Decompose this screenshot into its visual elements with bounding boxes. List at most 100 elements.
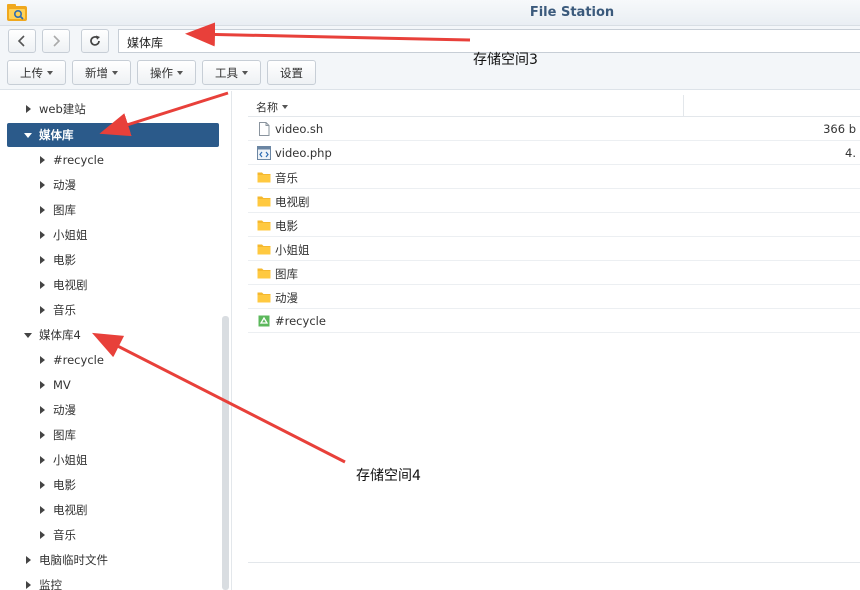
back-button[interactable] xyxy=(8,29,36,53)
tree-item-surveillance[interactable]: 监控 xyxy=(0,573,226,590)
tree-item-gallery[interactable]: 图库 xyxy=(0,423,226,447)
file-row[interactable]: video.php 4. xyxy=(248,141,860,165)
tree-item-mv[interactable]: MV xyxy=(0,373,226,397)
file-name: video.php xyxy=(275,146,332,160)
tree-item-gallery[interactable]: 图库 xyxy=(0,198,226,222)
collapse-icon xyxy=(24,332,32,338)
folder-name: 动漫 xyxy=(275,291,298,305)
tree-item-label: 电影 xyxy=(53,478,76,492)
tree-item-label: #recycle xyxy=(53,153,104,167)
column-divider[interactable] xyxy=(683,95,684,117)
folder-icon xyxy=(257,196,271,207)
create-button[interactable]: 新增 xyxy=(72,60,131,85)
navigation-bar: 媒体库 xyxy=(0,26,860,56)
expand-icon xyxy=(40,506,45,514)
tree-item-label: 媒体库4 xyxy=(39,328,81,342)
tree-item-web[interactable]: web建站 xyxy=(0,97,226,121)
expand-icon xyxy=(40,231,45,239)
chevron-down-icon xyxy=(242,70,248,75)
tree-item-label: 图库 xyxy=(53,428,76,442)
annotation-label-3: 存储空间3 xyxy=(473,52,538,68)
tree-item-recycle[interactable]: #recycle xyxy=(0,148,226,172)
expand-icon xyxy=(40,481,45,489)
folder-name: 音乐 xyxy=(275,171,298,185)
tree-item-xiaojiejie[interactable]: 小姐姐 xyxy=(0,448,226,472)
folder-name: #recycle xyxy=(275,314,326,328)
expand-icon xyxy=(40,406,45,414)
tree-item-media-library-4[interactable]: 媒体库4 xyxy=(0,323,226,347)
tree-item-label: 媒体库 xyxy=(39,128,74,142)
folder-row[interactable]: 小姐姐 xyxy=(248,237,860,261)
folder-icon xyxy=(257,268,271,279)
chevron-down-icon xyxy=(112,70,118,75)
tree-item-recycle[interactable]: #recycle xyxy=(0,348,226,372)
expand-icon xyxy=(40,156,45,164)
tree-item-pc-temp[interactable]: 电脑临时文件 xyxy=(0,548,226,572)
tree-item-movies[interactable]: 电影 xyxy=(0,248,226,272)
annotation-label-4: 存储空间4 xyxy=(356,468,421,484)
expand-icon xyxy=(40,431,45,439)
folder-row[interactable]: 电影 xyxy=(248,213,860,237)
tree-item-label: 电视剧 xyxy=(53,503,88,517)
expand-icon xyxy=(40,256,45,264)
expand-icon xyxy=(40,531,45,539)
tree-item-anime[interactable]: 动漫 xyxy=(0,173,226,197)
tree-item-music[interactable]: 音乐 xyxy=(0,523,226,547)
folder-tree: web建站 媒体库 #recycle 动漫 图库 小姐姐 电影 电视剧 音乐 媒… xyxy=(0,91,232,590)
folder-icon xyxy=(257,292,271,303)
tree-item-xiaojiejie[interactable]: 小姐姐 xyxy=(0,223,226,247)
tree-item-tv[interactable]: 电视剧 xyxy=(0,498,226,522)
file-row[interactable]: video.sh 366 b xyxy=(248,117,860,141)
expand-icon xyxy=(40,206,45,214)
folder-row[interactable]: 动漫 xyxy=(248,285,860,309)
upload-button[interactable]: 上传 xyxy=(7,60,66,85)
tree-item-label: 小姐姐 xyxy=(53,453,88,467)
folder-icon xyxy=(257,244,271,255)
tree-item-label: #recycle xyxy=(53,353,104,367)
tree-item-label: 动漫 xyxy=(53,178,76,192)
settings-button[interactable]: 设置 xyxy=(267,60,316,85)
expand-icon xyxy=(26,581,31,589)
expand-icon xyxy=(40,306,45,314)
tools-label: 工具 xyxy=(215,65,238,80)
list-header: 名称 xyxy=(248,95,860,117)
tree-item-anime[interactable]: 动漫 xyxy=(0,398,226,422)
tree-item-media-library[interactable]: 媒体库 xyxy=(7,123,219,147)
folder-name: 电影 xyxy=(275,219,298,233)
settings-label: 设置 xyxy=(280,65,303,80)
folder-row[interactable]: 电视剧 xyxy=(248,189,860,213)
tree-item-tv[interactable]: 电视剧 xyxy=(0,273,226,297)
chevron-down-icon xyxy=(47,70,53,75)
forward-button[interactable] xyxy=(42,29,70,53)
folder-row[interactable]: 音乐 xyxy=(248,165,860,189)
tree-item-label: 电脑临时文件 xyxy=(39,553,108,567)
chevron-left-icon xyxy=(17,35,25,47)
list-divider xyxy=(248,562,860,563)
file-list: 名称 video.sh 366 b video.php 4. 音乐 电视剧 电影… xyxy=(248,91,860,590)
tree-scrollbar[interactable] xyxy=(222,316,229,590)
tree-item-movies[interactable]: 电影 xyxy=(0,473,226,497)
tree-item-music[interactable]: 音乐 xyxy=(0,298,226,322)
action-label: 操作 xyxy=(150,65,173,80)
name-column-header[interactable]: 名称 xyxy=(256,99,288,115)
tree-item-label: 电视剧 xyxy=(53,278,88,292)
name-column-label: 名称 xyxy=(256,101,278,114)
folder-row[interactable]: #recycle xyxy=(248,309,860,333)
tree-item-label: 动漫 xyxy=(53,403,76,417)
tree-item-label: 监控 xyxy=(39,578,62,590)
tools-button[interactable]: 工具 xyxy=(202,60,261,85)
expand-icon xyxy=(40,381,45,389)
tree-item-label: MV xyxy=(53,378,71,392)
expand-icon xyxy=(40,456,45,464)
expand-icon xyxy=(40,181,45,189)
tree-item-label: 小姐姐 xyxy=(53,228,88,242)
refresh-button[interactable] xyxy=(81,29,109,53)
action-button[interactable]: 操作 xyxy=(137,60,196,85)
code-file-icon xyxy=(257,146,271,160)
expand-icon xyxy=(40,356,45,364)
tree-item-label: web建站 xyxy=(39,102,86,116)
folder-row[interactable]: 图库 xyxy=(248,261,860,285)
refresh-icon xyxy=(90,35,100,46)
file-size: 366 b xyxy=(823,122,856,136)
create-label: 新增 xyxy=(85,65,108,80)
